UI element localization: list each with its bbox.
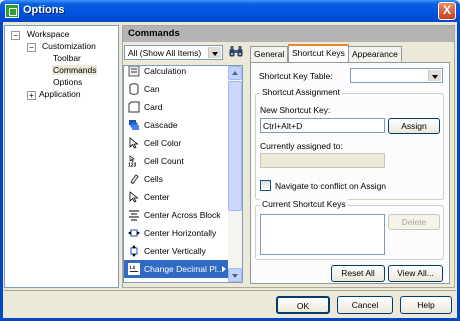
center-icon: [129, 191, 139, 203]
list-item[interactable]: Center Across Block: [124, 206, 230, 224]
close-button[interactable]: X: [438, 2, 456, 20]
currently-assigned-label: Currently assigned to:: [260, 141, 343, 151]
customization-collapse-toggle[interactable]: −: [27, 43, 36, 52]
card-icon: [128, 101, 140, 113]
cell-count-icon: 123: [128, 155, 137, 168]
list-item-label: Center: [144, 192, 170, 202]
list-item[interactable]: Can: [124, 80, 230, 98]
cascade-icon: [129, 120, 139, 130]
new-shortcut-key-label: New Shortcut Key:: [260, 105, 331, 115]
footer-divider: [4, 290, 456, 291]
list-item[interactable]: Cell Color: [124, 134, 230, 152]
tree-item-toolbar[interactable]: Toolbar: [52, 53, 82, 63]
center-across-block-icon: [129, 210, 139, 221]
filter-value: All (Show All Items): [128, 48, 202, 58]
change-decimal-icon: 1.0: [128, 263, 140, 275]
view-all-button[interactable]: View All...: [388, 265, 443, 282]
tree-item-commands[interactable]: Commands: [52, 65, 98, 75]
navigate-to-conflict-label: Navigate to conflict on Assign: [275, 181, 387, 191]
command-list: Calculation Can Card Cascade Cell Color …: [123, 65, 243, 283]
shortcut-key-table-label: Shortcut Key Table:: [259, 71, 333, 81]
delete-button[interactable]: Delete: [388, 214, 440, 230]
scroll-down-button[interactable]: [228, 268, 242, 282]
workspace-collapse-toggle[interactable]: −: [11, 31, 20, 40]
panel-title: Commands: [128, 28, 180, 39]
list-item[interactable]: Center: [124, 188, 230, 206]
filter-dropdown[interactable]: All (Show All Items): [124, 45, 223, 60]
list-item[interactable]: Card: [124, 98, 230, 116]
list-item-label: Change Decimal Pl...: [144, 264, 224, 274]
cancel-button[interactable]: Cancel: [337, 296, 393, 314]
chevron-down-icon[interactable]: [428, 70, 441, 81]
shortcut-assignment-title: Shortcut Assignment: [260, 87, 342, 97]
tab-appearance[interactable]: Appearance: [348, 46, 402, 62]
cell-color-icon: [129, 137, 139, 149]
options-tree: − Workspace − Customization Toolbar Comm…: [4, 25, 119, 288]
shortcut-keys-panel: Shortcut Key Table: Shortcut Assignment …: [250, 62, 450, 284]
list-item-label: Cascade: [144, 120, 178, 130]
center-horizontally-icon: [128, 229, 140, 237]
list-item[interactable]: Center Vertically: [124, 242, 230, 260]
list-item-label: Can: [144, 84, 160, 94]
list-item[interactable]: Center Horizontally: [124, 224, 230, 242]
help-button[interactable]: Help: [400, 296, 452, 314]
shortcut-key-table-dropdown[interactable]: [350, 68, 443, 83]
title-bar: Options X: [0, 0, 460, 22]
list-item-label: Cells: [144, 174, 163, 184]
list-item[interactable]: Calculation: [124, 66, 230, 80]
list-item-label: Cell Color: [144, 138, 182, 148]
tab-general[interactable]: General: [250, 46, 289, 62]
panel-header: Commands: [123, 26, 454, 42]
list-item-label: Center Across Block: [144, 210, 221, 220]
navigate-to-conflict-checkbox[interactable]: [260, 180, 271, 191]
svg-text:1.0: 1.0: [129, 265, 135, 270]
tree-item-workspace[interactable]: Workspace: [26, 29, 70, 39]
commands-panel: Commands All (Show All Items) Calculatio…: [122, 25, 455, 288]
application-expand-toggle[interactable]: +: [27, 91, 36, 100]
chevron-down-icon[interactable]: [208, 47, 221, 58]
list-item-label: Center Horizontally: [144, 228, 217, 238]
options-app-icon: [5, 4, 19, 18]
current-shortcut-keys-title: Current Shortcut Keys: [260, 199, 348, 209]
list-item[interactable]: Cascade: [124, 116, 230, 134]
tree-item-customization[interactable]: Customization: [41, 41, 97, 51]
current-shortcut-keys-list[interactable]: [260, 214, 385, 255]
calculation-icon: [128, 66, 140, 77]
list-item-label: Card: [144, 102, 163, 112]
can-icon: [129, 83, 139, 95]
list-item-label: Calculation: [144, 66, 187, 76]
list-item[interactable]: Cells: [124, 170, 230, 188]
scroll-up-button[interactable]: [228, 66, 242, 80]
new-shortcut-key-value: Ctrl+Alt+D: [263, 121, 303, 131]
command-list-scrollbar[interactable]: [228, 66, 242, 282]
tree-item-application[interactable]: Application: [38, 89, 82, 99]
svg-text:123: 123: [128, 163, 137, 168]
tab-shortcut-keys[interactable]: Shortcut Keys: [288, 44, 349, 62]
cells-icon: [130, 174, 139, 185]
ok-button[interactable]: OK: [276, 296, 330, 314]
list-item[interactable]: 123 Cell Count: [124, 152, 230, 170]
currently-assigned-field: [260, 153, 385, 168]
list-item-label: Cell Count: [144, 156, 184, 166]
assign-button[interactable]: Assign: [388, 118, 440, 134]
submenu-arrow-icon: [222, 266, 226, 272]
window-title: Options: [23, 4, 65, 16]
list-item-label: Center Vertically: [144, 246, 206, 256]
scroll-thumb[interactable]: [228, 81, 242, 211]
binoculars-find-icon[interactable]: [229, 45, 243, 57]
reset-all-button[interactable]: Reset All: [331, 265, 385, 282]
center-vertically-icon: [130, 245, 138, 257]
new-shortcut-key-input[interactable]: Ctrl+Alt+D: [260, 118, 385, 133]
tree-item-options[interactable]: Options: [52, 77, 83, 87]
list-item-selected[interactable]: 1.0 Change Decimal Pl...: [124, 260, 230, 278]
